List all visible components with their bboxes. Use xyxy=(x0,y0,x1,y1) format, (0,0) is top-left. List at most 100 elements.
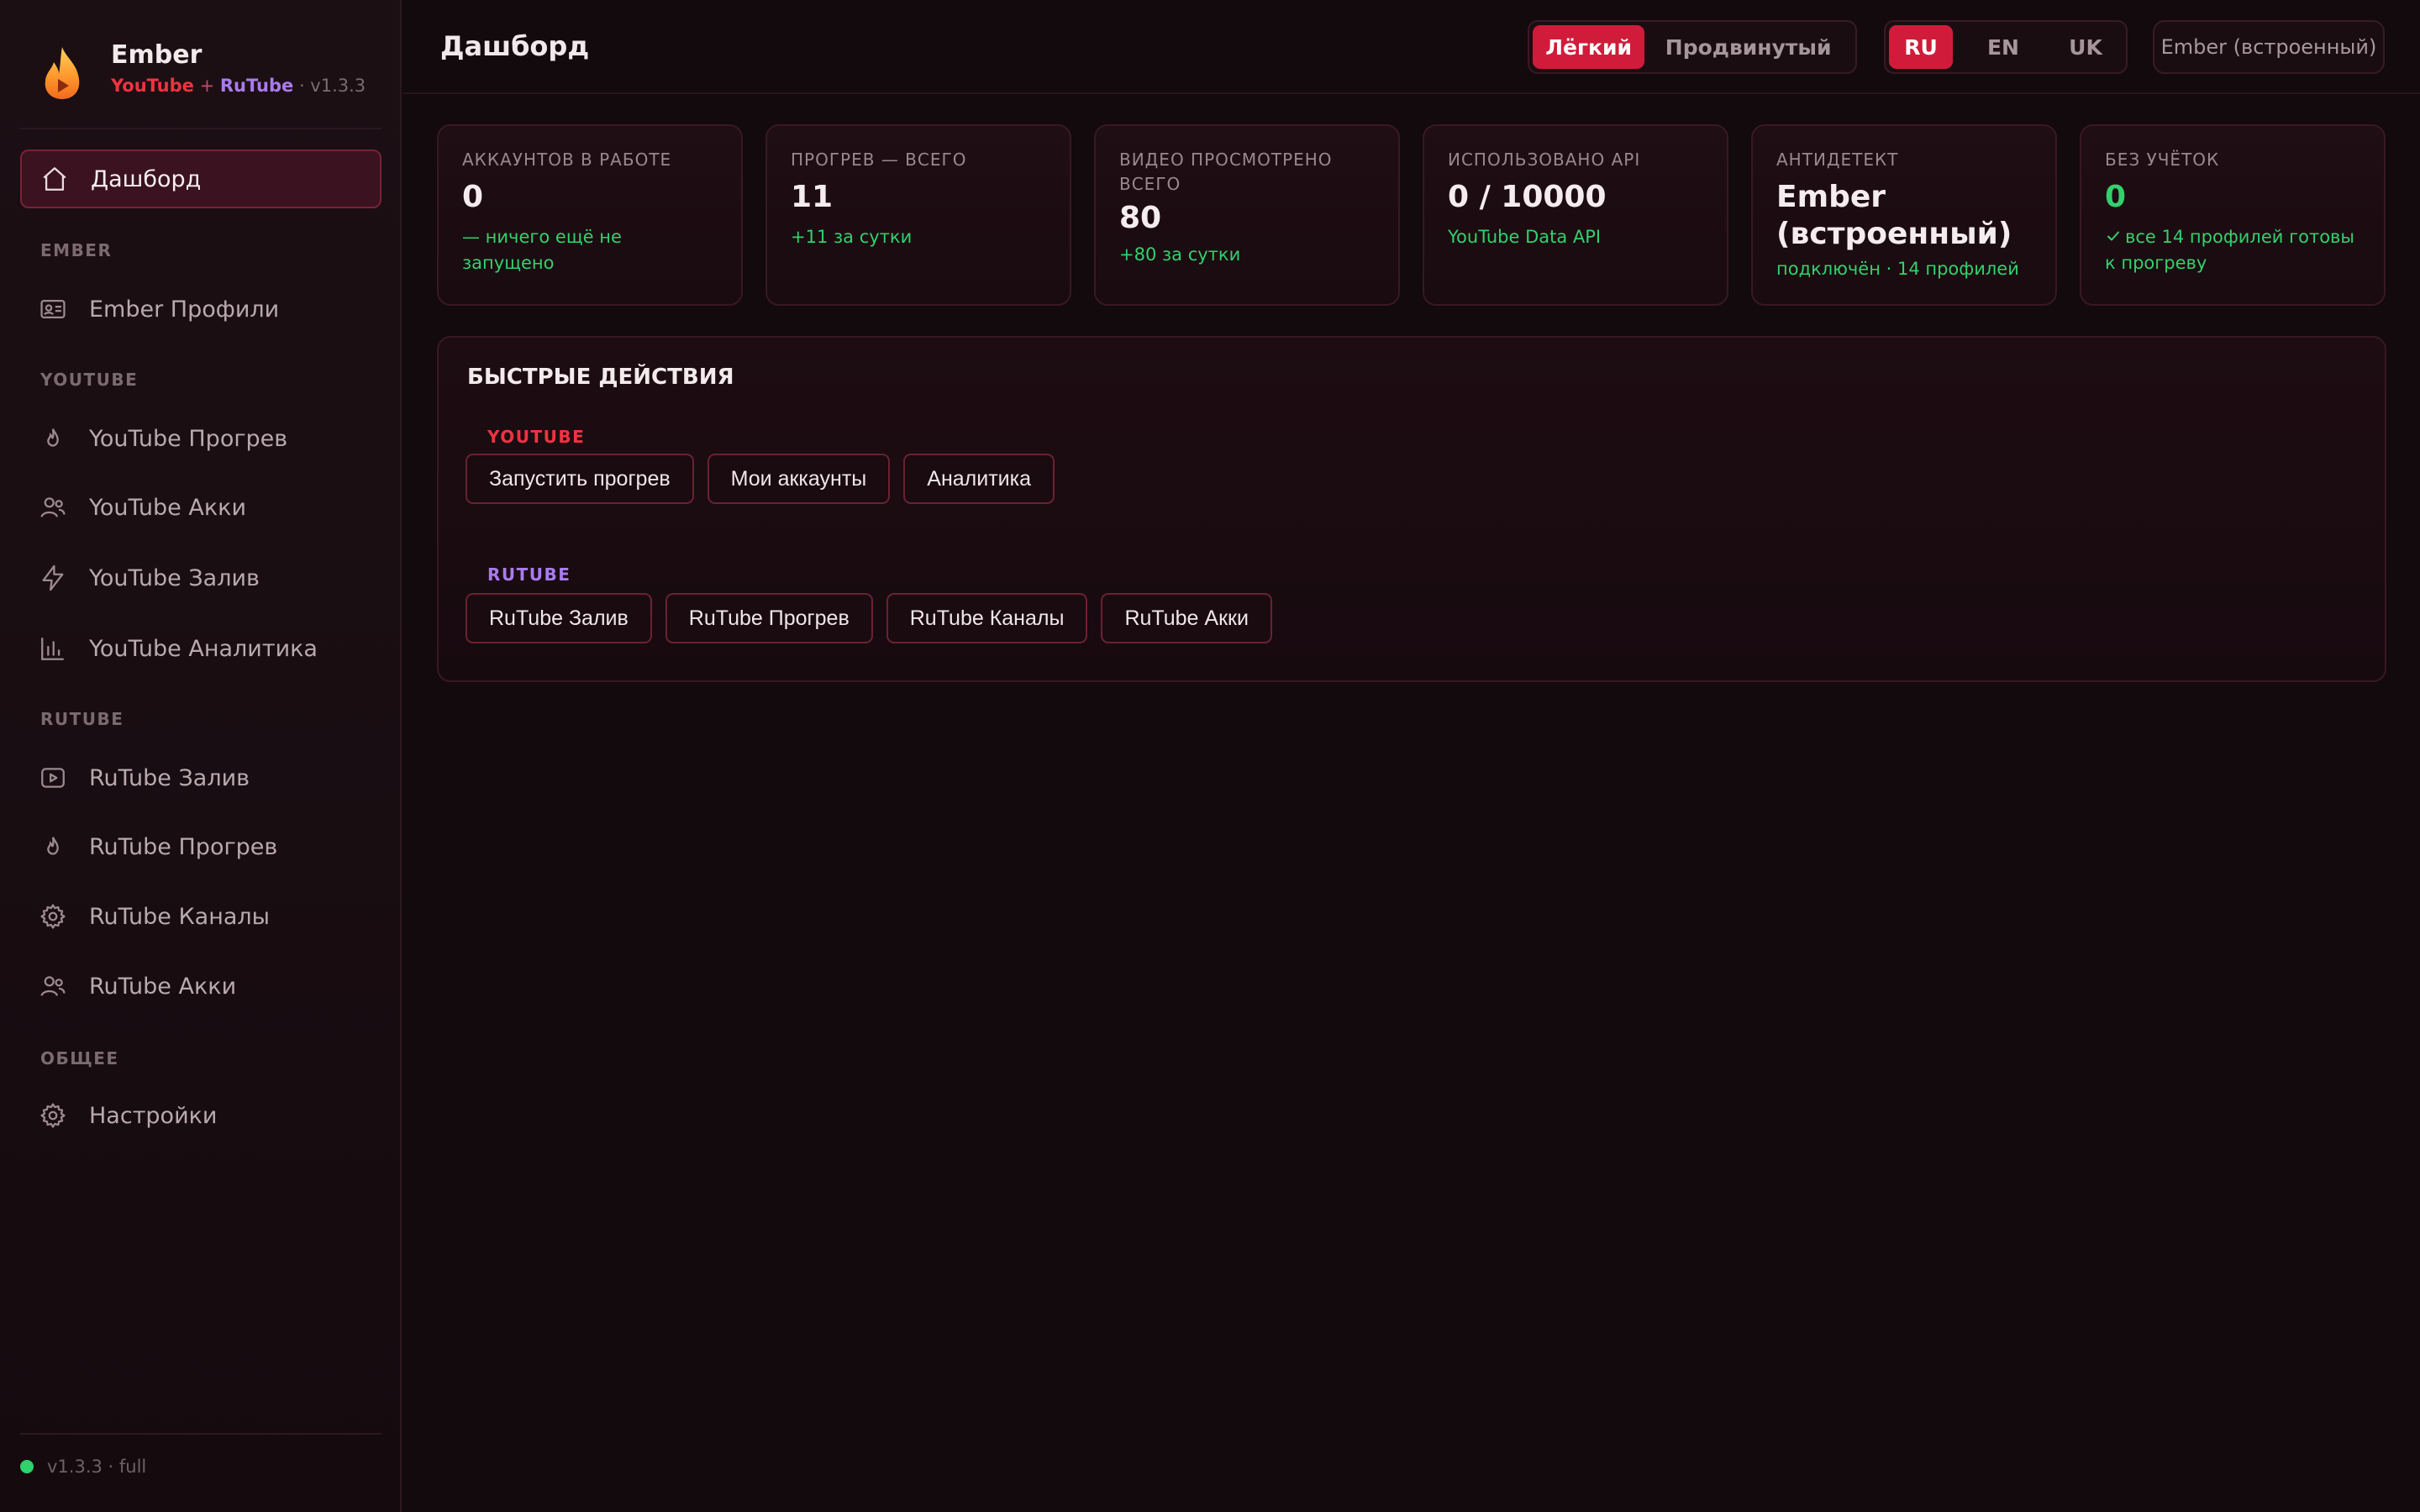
section-rutube: RUTUBE xyxy=(40,709,124,729)
sidebar-item-label: YouTube Прогрев xyxy=(89,425,288,452)
stat-card-api-usage: ИСПОЛЬЗОВАНО API 0 / 10000 YouTube Data … xyxy=(1423,124,1728,306)
stat-label: АККАУНТОВ В РАБОТЕ xyxy=(462,150,672,170)
quick-actions-youtube-label: YOUTUBE xyxy=(487,427,586,447)
flame-icon xyxy=(47,837,59,855)
language-switch: RU EN UK xyxy=(1884,20,2128,74)
rutube-accounts-button[interactable]: RuTube Акки xyxy=(1101,593,1272,643)
users-icon xyxy=(40,497,66,517)
sidebar-item-label: RuTube Залив xyxy=(89,764,250,791)
analytics-button[interactable]: Аналитика xyxy=(903,454,1055,504)
brand-version: · v1.3.3 xyxy=(298,76,366,96)
rutube-upload-button[interactable]: RuTube Залив xyxy=(466,593,652,643)
quick-actions-panel: БЫСТРЫЕ ДЕЙСТВИЯ YOUTUBE Запустить прогр… xyxy=(437,336,2386,682)
stat-label: ИСПОЛЬЗОВАНО API xyxy=(1448,150,1641,170)
antidetect-engine-pill[interactable]: Ember (встроенный) xyxy=(2153,20,2385,74)
mode-advanced-button[interactable]: Продвинутый xyxy=(1644,25,1852,69)
stat-value: Ember (встроенный) xyxy=(1776,180,2012,251)
users-icon xyxy=(40,976,66,996)
brand-rutube: RuTube xyxy=(219,76,294,96)
stat-subtext: — ничего ещё не запущено xyxy=(462,227,622,273)
sidebar-item-label: YouTube Аналитика xyxy=(89,635,318,662)
sidebar-item-rutube-channels[interactable]: RuTube Каналы xyxy=(20,887,381,946)
start-warmup-button[interactable]: Запустить прогрев xyxy=(466,454,694,504)
quick-actions-rutube-label: RUTUBE xyxy=(487,564,571,585)
sidebar-item-label: Настройки xyxy=(89,1102,218,1129)
stat-subtext: все 14 профилей готовы к прогреву xyxy=(2105,227,2355,273)
stat-subtext: подключён · 14 профилей xyxy=(1776,259,2019,279)
gear-icon xyxy=(40,1103,66,1128)
play-box-icon xyxy=(41,768,65,788)
top-bar: Дашборд Лёгкий Продвинутый RU EN UK Embe… xyxy=(403,0,2420,94)
ember-flame-logo-icon xyxy=(45,47,80,99)
sidebar-item-label: Дашборд xyxy=(91,165,202,192)
sidebar-item-label: RuTube Прогрев xyxy=(89,833,278,860)
stat-label: ПРОГРЕВ — ВСЕГО xyxy=(791,150,967,170)
id-card-icon xyxy=(40,299,66,319)
lang-ru-button[interactable]: RU xyxy=(1889,25,1953,69)
brand-subtitle: YouTube + RuTube · v1.3.3 xyxy=(111,76,366,96)
brand-title: Ember xyxy=(111,40,203,70)
quick-actions-title: БЫСТРЫЕ ДЕЙСТВИЯ xyxy=(467,365,734,390)
stat-subtext: YouTube Data API xyxy=(1448,227,1602,247)
page-title: Дашборд xyxy=(440,30,590,62)
mode-switch: Лёгкий Продвинутый xyxy=(1528,20,1857,74)
sidebar-item-label: RuTube Каналы xyxy=(89,903,270,930)
stat-value: 11 xyxy=(791,180,834,214)
stat-value: 0 xyxy=(462,180,484,214)
bolt-icon xyxy=(42,564,64,591)
section-general: ОБЩЕЕ xyxy=(40,1048,119,1068)
quick-actions-youtube-row: Запустить прогрев Мои аккаунты Аналитика xyxy=(466,454,1055,504)
rutube-channels-button[interactable]: RuTube Каналы xyxy=(886,593,1088,643)
stat-card-warmup-total: ПРОГРЕВ — ВСЕГО 11 +11 за сутки xyxy=(765,124,1071,306)
stat-label: ВИДЕО ПРОСМОТРЕНО ВСЕГО xyxy=(1119,150,1333,194)
stat-card-videos-watched: ВИДЕО ПРОСМОТРЕНО ВСЕГО 80 +80 за сутки xyxy=(1094,124,1400,306)
flame-icon xyxy=(47,428,59,447)
sidebar-footer-divider xyxy=(20,1433,381,1435)
stat-value: 0 / 10000 xyxy=(1448,180,1607,214)
brand-youtube: YouTube xyxy=(111,76,194,96)
mode-easy-button[interactable]: Лёгкий xyxy=(1533,25,1645,69)
home-icon xyxy=(43,167,66,191)
quick-actions-rutube-row: RuTube Залив RuTube Прогрев RuTube Канал… xyxy=(466,593,1272,643)
stat-value: 80 xyxy=(1119,201,1162,235)
sidebar-item-rutube-accounts[interactable]: RuTube Акки xyxy=(20,957,381,1016)
stat-label: АНТИДЕТЕКТ xyxy=(1776,150,1899,170)
sidebar-item-label: YouTube Акки xyxy=(89,494,247,521)
section-ember: EMBER xyxy=(40,240,113,260)
stat-subtext-row: все 14 профилей готовы к прогреву xyxy=(2105,224,2360,276)
brand-plus: + xyxy=(199,76,215,96)
lang-uk-button[interactable]: UK xyxy=(2054,25,2118,69)
sidebar-item-label: RuTube Акки xyxy=(89,973,237,1000)
stat-card-no-credentials: БЕЗ УЧЁТОК 0 все 14 профилей готовы к пр… xyxy=(2080,124,2386,306)
brand-divider xyxy=(20,128,381,129)
section-youtube: YOUTUBE xyxy=(40,370,139,390)
sidebar-item-youtube-analytics[interactable]: YouTube Аналитика xyxy=(20,619,381,678)
lang-en-button[interactable]: EN xyxy=(1971,25,2035,69)
sidebar-item-label: Ember Профили xyxy=(89,296,280,323)
sidebar-item-ember-profiles[interactable]: Ember Профили xyxy=(20,280,381,339)
sidebar-item-youtube-accounts[interactable]: YouTube Акки xyxy=(20,478,381,537)
stat-subtext: +11 за сутки xyxy=(791,227,913,247)
sidebar-item-settings[interactable]: Настройки xyxy=(20,1086,381,1145)
sidebar-footer: v1.3.3 · full xyxy=(20,1457,146,1477)
sidebar-item-dashboard[interactable]: Дашборд xyxy=(20,150,381,208)
my-accounts-button[interactable]: Мои аккаунты xyxy=(707,454,891,504)
stat-value: 0 xyxy=(2105,180,2127,214)
check-icon xyxy=(2107,231,2119,241)
sidebar-item-rutube-warmup[interactable]: RuTube Прогрев xyxy=(20,817,381,876)
stat-card-accounts-working: АККАУНТОВ В РАБОТЕ 0 — ничего ещё не зап… xyxy=(437,124,743,306)
bar-chart-icon xyxy=(41,638,64,660)
stat-card-antidetect: АНТИДЕТЕКТ Ember (встроенный) подключён … xyxy=(1751,124,2057,306)
sidebar-item-rutube-upload[interactable]: RuTube Залив xyxy=(20,748,381,807)
sidebar-item-youtube-upload[interactable]: YouTube Залив xyxy=(20,549,381,607)
sidebar: Ember YouTube + RuTube · v1.3.3 Дашборд … xyxy=(0,0,402,1512)
status-dot-icon xyxy=(20,1460,34,1473)
stat-label: БЕЗ УЧЁТОК xyxy=(2105,150,2220,170)
sidebar-item-youtube-warmup[interactable]: YouTube Прогрев xyxy=(20,409,381,468)
gear-icon xyxy=(40,904,66,929)
version-status: v1.3.3 · full xyxy=(47,1457,147,1477)
brand: Ember YouTube + RuTube · v1.3.3 xyxy=(40,37,376,104)
rutube-warmup-button[interactable]: RuTube Прогрев xyxy=(665,593,873,643)
stat-subtext: +80 за сутки xyxy=(1119,244,1241,265)
sidebar-item-label: YouTube Залив xyxy=(89,564,260,591)
